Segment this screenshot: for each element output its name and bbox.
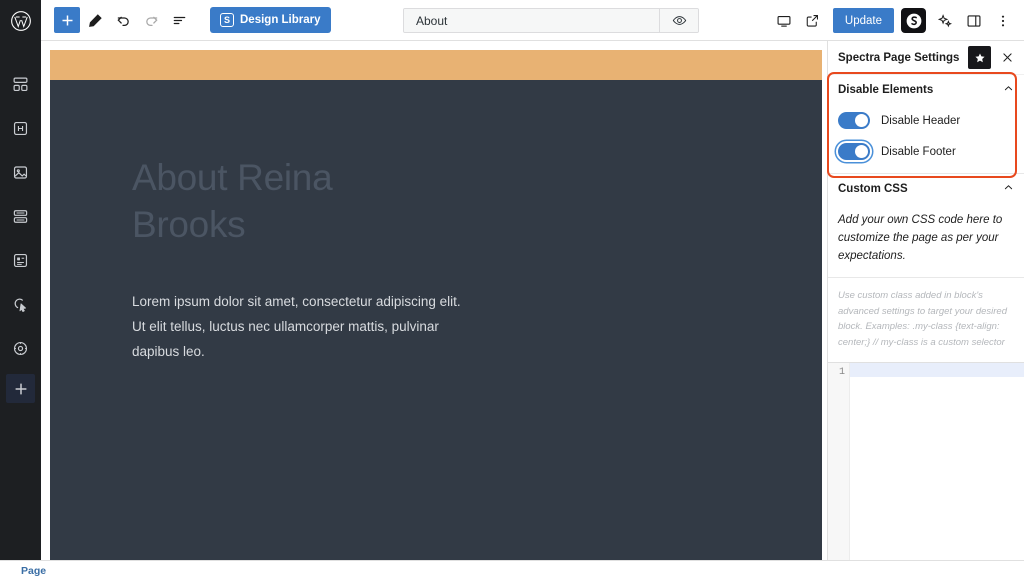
sidebar-panel-icon[interactable]	[961, 8, 987, 34]
custom-css-code-editor[interactable]: 1	[828, 361, 1024, 560]
section-disable-elements-title: Disable Elements	[838, 84, 934, 96]
orange-header-band[interactable]	[50, 50, 822, 80]
panel-header: Spectra Page Settings	[828, 41, 1024, 75]
editor-toolbar: S Design Library About Update	[41, 0, 1024, 41]
code-input-area[interactable]	[850, 362, 1024, 560]
editor-canvas-area: About Reina Brooks Lorem ipsum dolor sit…	[41, 41, 827, 565]
custom-css-description: Add your own CSS code here to customize …	[838, 214, 1003, 262]
toggle-disable-footer-label: Disable Footer	[881, 145, 956, 158]
section-custom-css-header[interactable]: Custom CSS	[828, 174, 1024, 204]
editor-status-bar: Page	[0, 560, 1024, 580]
sidebar-item-image[interactable]	[0, 150, 41, 194]
code-line-numbers: 1	[828, 362, 850, 560]
toggle-disable-header[interactable]	[838, 112, 870, 129]
sparkles-ai-icon[interactable]	[932, 8, 958, 34]
desktop-monitor-icon[interactable]	[771, 8, 797, 34]
design-library-label: Design Library	[240, 14, 321, 26]
sidebar-item-settings[interactable]	[0, 326, 41, 370]
update-button[interactable]: Update	[832, 8, 894, 33]
section-disable-elements-header[interactable]: Disable Elements	[828, 75, 1024, 105]
list-view-button[interactable]	[166, 7, 192, 33]
page-title-field[interactable]	[403, 8, 699, 33]
sidebar-item-dashboard[interactable]	[0, 62, 41, 106]
custom-css-hint: Use custom class added in block's advanc…	[828, 277, 1024, 362]
breadcrumb-document-type[interactable]: Page	[21, 565, 46, 577]
code-active-line	[850, 362, 1024, 377]
rail-spacer	[0, 41, 41, 62]
spectra-page-settings-panel: Spectra Page Settings Disable Elements D…	[827, 41, 1024, 560]
sidebar-item-interactions[interactable]	[0, 282, 41, 326]
chevron-up-icon[interactable]	[1003, 81, 1014, 99]
sidebar-item-card[interactable]	[0, 238, 41, 282]
redo-button[interactable]	[138, 7, 164, 33]
spectra-s-icon[interactable]	[901, 8, 926, 33]
external-link-icon[interactable]	[800, 8, 826, 34]
sidebar-item-heading[interactable]	[0, 106, 41, 150]
undo-button[interactable]	[110, 7, 136, 33]
sidebar-item-rows[interactable]	[0, 194, 41, 238]
toolbar-left-group: S Design Library	[41, 7, 331, 33]
star-favorite-icon[interactable]	[968, 46, 991, 69]
toolbar-right-group: Update	[771, 0, 1016, 41]
more-options-icon[interactable]	[990, 8, 1016, 34]
close-x-icon[interactable]	[997, 47, 1018, 68]
toggle-row-disable-header[interactable]: Disable Header	[828, 105, 1024, 136]
page-preview-canvas[interactable]: About Reina Brooks Lorem ipsum dolor sit…	[50, 50, 822, 565]
wordpress-logo-icon[interactable]	[0, 0, 41, 41]
wordpress-block-editor: S Design Library About Update About Rein…	[0, 0, 1024, 580]
design-library-badge: S	[220, 13, 234, 27]
toggle-disable-header-label: Disable Header	[881, 114, 961, 127]
design-library-button[interactable]: S Design Library	[210, 7, 331, 33]
chevron-up-icon[interactable]	[1003, 180, 1014, 198]
page-hero-section[interactable]: About Reina Brooks Lorem ipsum dolor sit…	[50, 80, 822, 565]
panel-title: Spectra Page Settings	[838, 51, 960, 64]
toggle-row-disable-footer[interactable]: Disable Footer	[828, 136, 1024, 167]
title-input[interactable]	[404, 9, 659, 32]
section-custom-css-title: Custom CSS	[838, 183, 908, 195]
page-heading[interactable]: About Reina Brooks	[132, 154, 432, 249]
add-block-rail-button[interactable]	[6, 374, 35, 403]
left-icon-rail	[0, 0, 41, 566]
eye-preview-icon[interactable]	[659, 9, 698, 32]
edit-tool-button[interactable]	[82, 7, 108, 33]
toggle-disable-footer[interactable]	[838, 143, 870, 160]
add-block-button[interactable]	[54, 7, 80, 33]
page-paragraph[interactable]: Lorem ipsum dolor sit amet, consectetur …	[132, 289, 477, 365]
